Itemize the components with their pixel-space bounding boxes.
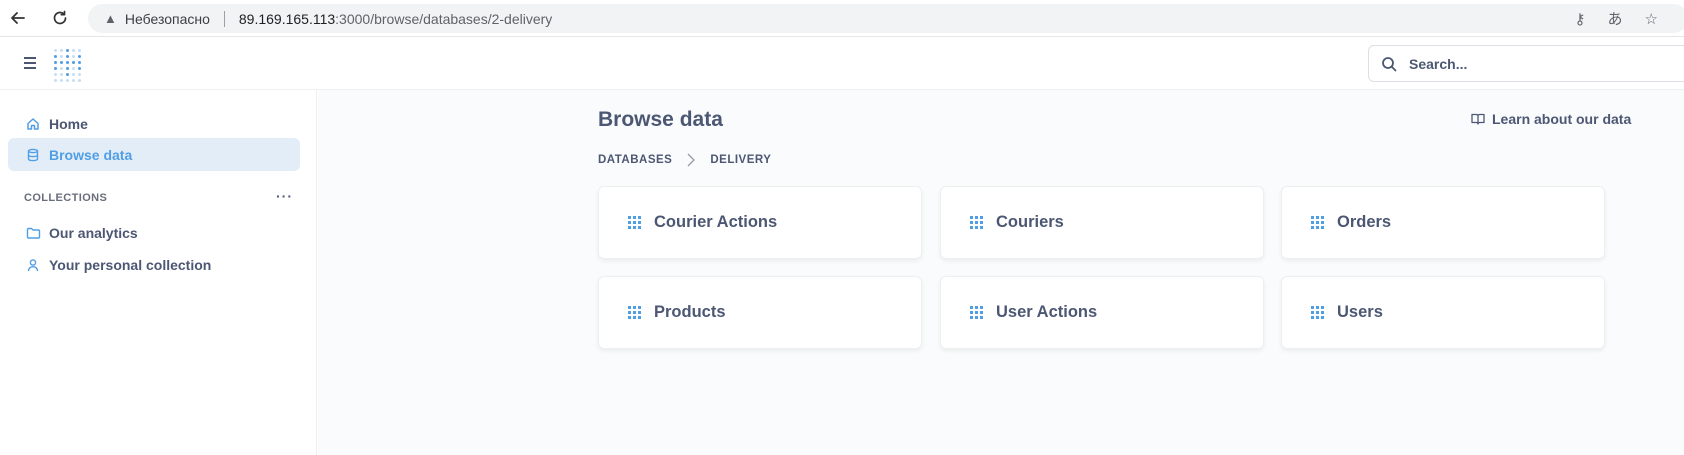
table-card[interactable]: Users [1281, 276, 1605, 349]
table-name: User Actions [996, 303, 1098, 321]
arrow-left-icon [11, 12, 25, 24]
more-options-icon[interactable]: ··· [276, 188, 293, 204]
table-name: Orders [1337, 213, 1392, 231]
metabase-logo-icon[interactable] [52, 46, 82, 82]
table-icon [970, 215, 984, 230]
learn-about-data-link[interactable]: Learn about our data [1470, 111, 1631, 127]
table-card[interactable]: Orders [1281, 186, 1605, 259]
table-card[interactable]: Products [598, 276, 922, 349]
table-icon [970, 305, 984, 320]
table-card[interactable]: Courier Actions [598, 186, 922, 259]
sidebar-item-our-analytics[interactable]: Our analytics [8, 216, 300, 249]
table-name: Couriers [996, 213, 1064, 231]
breadcrumb-databases[interactable]: DATABASES [598, 154, 672, 166]
breadcrumb: DATABASES DELIVERY [598, 153, 771, 167]
star-icon[interactable]: ☆ [1645, 10, 1658, 28]
table-name: Courier Actions [654, 213, 778, 231]
learn-link-label: Learn about our data [1492, 111, 1632, 127]
security-label: Небезопасно [124, 10, 210, 27]
sidebar-item-label: Your personal collection [49, 256, 212, 273]
folder-icon [25, 225, 41, 241]
back-button[interactable] [4, 4, 32, 32]
sidebar-item-label: Home [49, 115, 88, 132]
main-content: Browse data Learn about our data DATABAS… [318, 90, 1684, 455]
address-bar[interactable]: ▲ Небезопасно 89.169.165.113:3000/browse… [88, 4, 1684, 33]
table-name: Users [1337, 303, 1383, 321]
menu-icon[interactable] [21, 53, 39, 73]
sidebar-item-home[interactable]: Home [8, 107, 300, 140]
breadcrumb-delivery[interactable]: DELIVERY [710, 154, 771, 166]
reload-button[interactable] [46, 4, 74, 32]
sidebar: Home Browse data COLLECTIONS ··· Our ana… [0, 90, 317, 455]
url-host: 89.169.165.113 [238, 10, 336, 27]
table-card[interactable]: User Actions [940, 276, 1264, 349]
key-icon[interactable]: ⚷ [1575, 10, 1586, 28]
table-name: Products [654, 303, 726, 321]
warning-icon: ▲ [104, 11, 117, 26]
search-icon [1382, 56, 1397, 71]
app-header [0, 37, 1684, 90]
url-divider [223, 10, 225, 27]
url-path: :3000/browse/databases/2-delivery [335, 10, 553, 27]
person-icon [25, 257, 41, 273]
sidebar-item-browse-data[interactable]: Browse data [8, 138, 300, 171]
home-icon [25, 116, 41, 132]
table-icon [1311, 305, 1325, 320]
collections-header: COLLECTIONS [24, 192, 108, 204]
table-icon [628, 305, 642, 320]
chevron-right-icon [687, 153, 696, 167]
book-icon [1471, 113, 1485, 125]
sidebar-item-label: Browse data [49, 146, 133, 163]
table-icon [628, 215, 642, 230]
browser-toolbar: ▲ Небезопасно 89.169.165.113:3000/browse… [0, 0, 1684, 37]
sidebar-item-label: Our analytics [49, 224, 138, 241]
table-card[interactable]: Couriers [940, 186, 1264, 259]
translate-icon[interactable]: あ [1608, 8, 1623, 29]
database-icon [25, 147, 41, 163]
page-title: Browse data [598, 108, 723, 131]
search-input[interactable] [1409, 55, 1669, 72]
sidebar-item-personal-collection[interactable]: Your personal collection [8, 248, 300, 281]
reload-icon [53, 10, 67, 25]
table-icon [1311, 215, 1325, 230]
search-box[interactable] [1368, 45, 1684, 82]
